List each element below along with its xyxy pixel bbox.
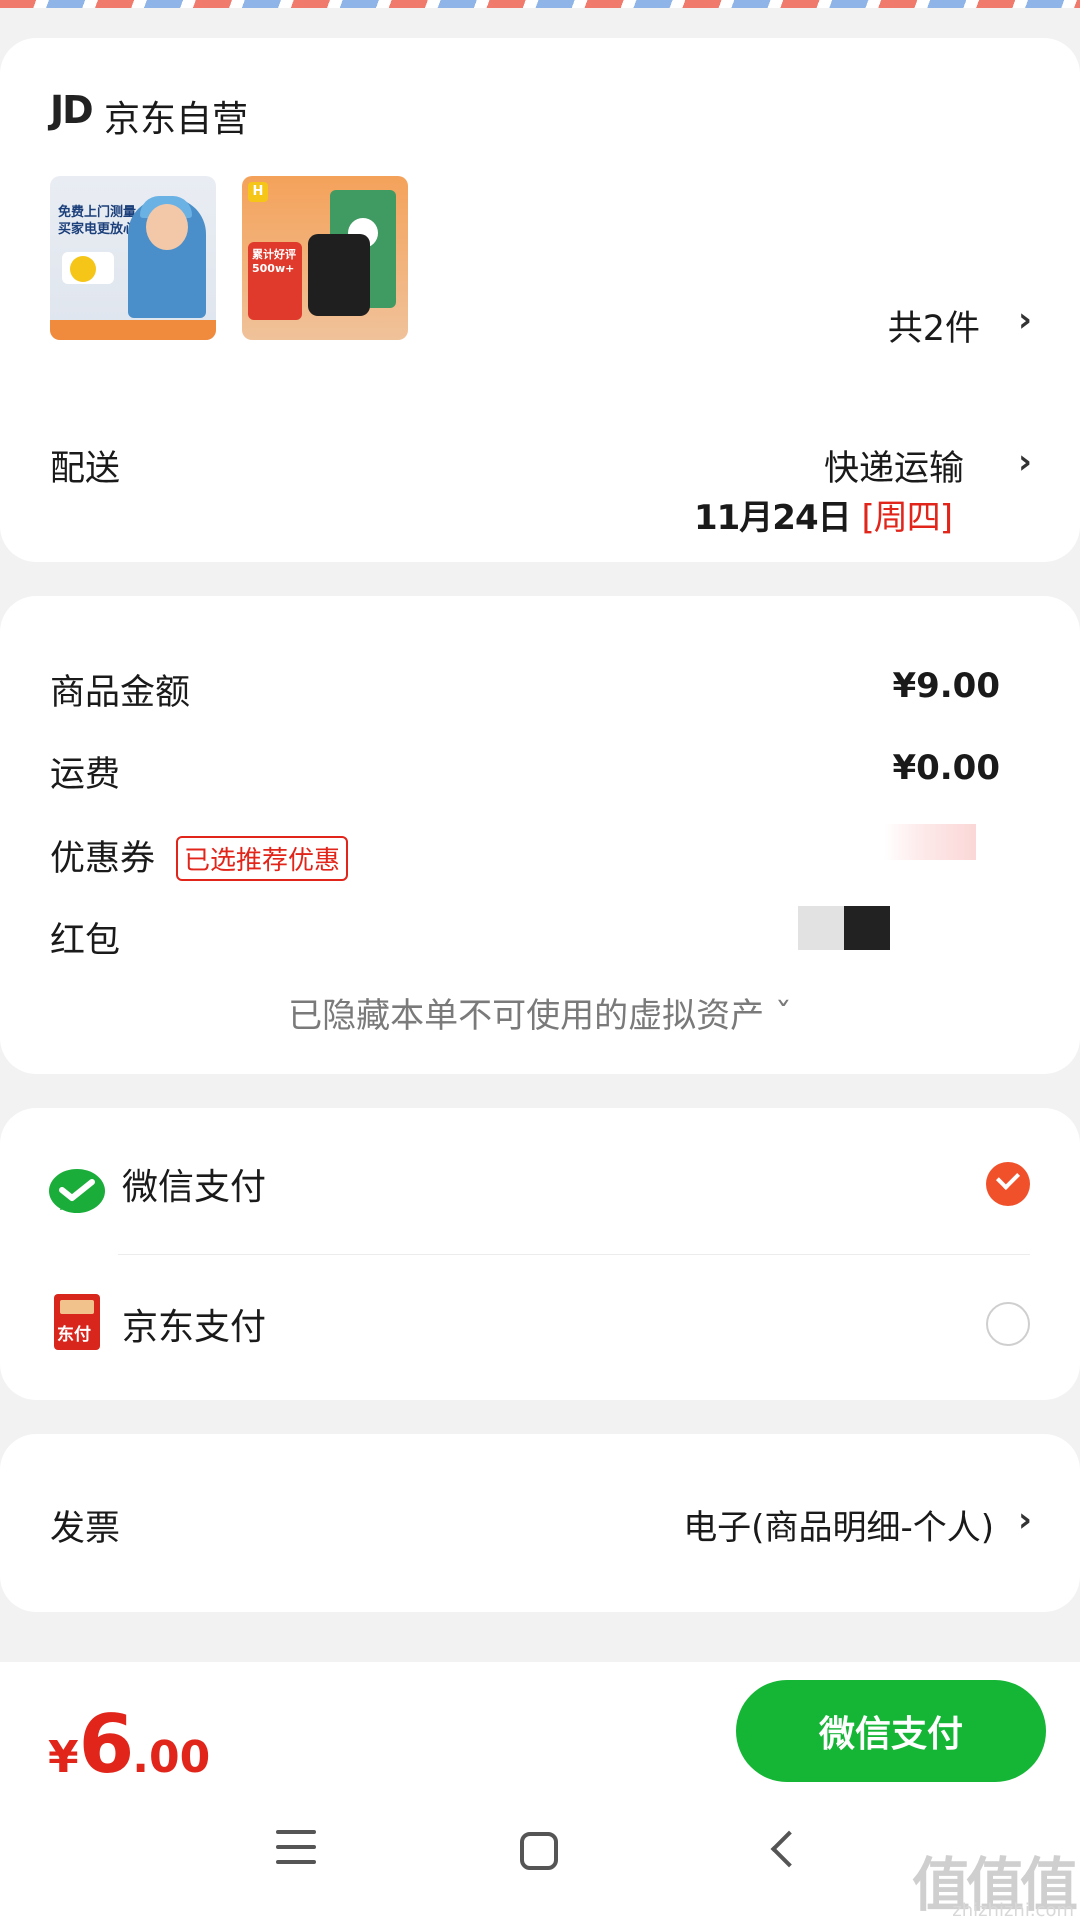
freight-label: 运费 [50, 755, 121, 795]
pay-button[interactable]: 微信支付 [736, 1680, 1046, 1782]
hidden-assets-toggle[interactable]: 已隐藏本单不可使用的虚拟资产 ˇ [0, 988, 1080, 1037]
menu-icon[interactable] [276, 1830, 316, 1875]
trash-bag-rolls-image [308, 234, 370, 316]
redpacket-value-redacted [798, 906, 844, 950]
back-icon[interactable] [770, 1830, 808, 1868]
coupon-tag[interactable]: 已选推荐优惠 [176, 836, 349, 881]
airmail-border [0, 0, 1080, 8]
freight-value: ¥0.00 [892, 748, 1000, 788]
invoice-label: 发票 [50, 1509, 121, 1549]
h-badge-icon: H [248, 182, 268, 202]
redpacket-label[interactable]: 红包 [50, 912, 120, 963]
invoice-value[interactable]: 电子(商品明细-个人) [683, 1500, 994, 1549]
jd-pay-icon: 东付 [54, 1294, 100, 1350]
amount-card: 商品金额 ¥9.00 运费 ¥0.00 优惠券 已选推荐优惠 红包 已隐藏本单不… [0, 596, 1080, 1074]
goods-amount-label: 商品金额 [50, 673, 191, 713]
delivery-weekday: [周四] [861, 498, 953, 538]
wechat-pay-icon [49, 1169, 105, 1213]
chevron-right-icon[interactable]: › [1018, 442, 1032, 482]
shipping-label: 配送 [50, 449, 121, 489]
total-price: ¥6.00 [48, 1698, 211, 1791]
chevron-right-icon[interactable]: › [1018, 1500, 1032, 1540]
store-name: 京东自营 [104, 99, 249, 140]
product-thumbnail[interactable]: H 累计好评 500w+ [242, 176, 408, 340]
watermark-url: zhizhizhi.com [952, 1900, 1074, 1921]
item-count[interactable]: 共2件 [888, 300, 980, 351]
product-thumbnail[interactable]: 免费上门测量 买家电更放心 [50, 176, 216, 340]
delivery-date: 11月24日 [周四] [693, 498, 953, 538]
coin-icon [70, 256, 96, 282]
home-icon[interactable] [520, 1832, 558, 1870]
coupon-label[interactable]: 优惠券 [50, 830, 155, 881]
wechat-pay-radio[interactable] [986, 1162, 1030, 1206]
shipping-method[interactable]: 快递运输 [824, 440, 964, 491]
goods-amount-value: ¥9.00 [892, 666, 1000, 706]
divider [118, 1254, 1030, 1255]
coupon-value-redacted[interactable] [884, 824, 976, 860]
jd-pay-radio[interactable] [986, 1302, 1030, 1346]
redpacket-value-redacted [844, 906, 890, 950]
jd-pay-label[interactable]: 京东支付 [122, 1298, 266, 1350]
invoice-card[interactable]: 发票 电子(商品明细-个人) › [0, 1434, 1080, 1612]
jd-logo-icon: JD [50, 88, 94, 132]
payment-card: 微信支付 东付 京东支付 [0, 1108, 1080, 1400]
product-thumbnail-text: 免费上门测量 买家电更放心 [58, 205, 137, 237]
store-card: JD 京东自营 免费上门测量 买家电更放心 H 累计好评 500w+ 共2件 › … [0, 38, 1080, 562]
promo-tag: 累计好评 500w+ [248, 242, 302, 320]
chevron-right-icon[interactable]: › [1018, 300, 1032, 340]
wechat-pay-label[interactable]: 微信支付 [122, 1158, 266, 1210]
